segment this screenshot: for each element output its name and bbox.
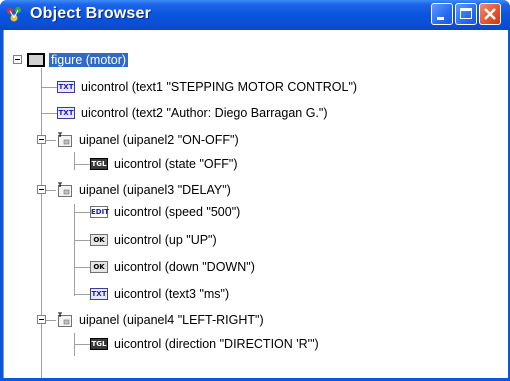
tree-node[interactable]: EDIT uicontrol (speed "500") bbox=[90, 202, 240, 222]
tree-line bbox=[74, 152, 75, 170]
collapse-toggle[interactable] bbox=[37, 135, 46, 144]
tree-line bbox=[46, 320, 56, 321]
tree-line bbox=[41, 68, 42, 378]
tree-node-label: figure (motor) bbox=[49, 53, 129, 67]
tree-node-label: uicontrol (down "DOWN") bbox=[114, 260, 255, 274]
object-tree: figure (motor) TXT uicontrol (text1 "STE… bbox=[4, 30, 508, 378]
tree-line bbox=[74, 294, 90, 295]
tree-node-label: uicontrol (speed "500") bbox=[114, 205, 241, 219]
pushbutton-control-icon: OK bbox=[90, 261, 108, 273]
collapse-toggle[interactable] bbox=[37, 315, 46, 324]
title-bar[interactable]: Object Browser bbox=[0, 0, 510, 30]
tree-node[interactable]: OK uicontrol (down "DOWN") bbox=[90, 257, 255, 277]
close-icon bbox=[484, 8, 496, 20]
collapse-toggle[interactable] bbox=[37, 185, 46, 194]
tree-line bbox=[46, 190, 56, 191]
maximize-icon bbox=[460, 8, 472, 19]
tree-node[interactable]: T uipanel (uipanel3 "DELAY") bbox=[57, 180, 231, 200]
tree-node[interactable]: OK uicontrol (up "UP") bbox=[90, 230, 217, 250]
text-control-icon: TXT bbox=[57, 107, 75, 119]
toggle-control-icon: TGL bbox=[90, 338, 108, 350]
toggle-control-icon: TGL bbox=[90, 158, 108, 170]
tree-node-label: uicontrol (state "OFF") bbox=[114, 157, 238, 171]
maximize-button[interactable] bbox=[455, 3, 477, 25]
tree-node[interactable]: TXT uicontrol (text3 "ms") bbox=[90, 284, 229, 304]
tree-node[interactable]: TGL uicontrol (state "OFF") bbox=[90, 154, 238, 174]
window-title: Object Browser bbox=[30, 5, 152, 22]
tree-line bbox=[41, 113, 57, 114]
tree-node-label: uicontrol (text2 "Author: Diego Barragan… bbox=[81, 106, 328, 120]
tree-node[interactable]: T uipanel (uipanel4 "LEFT-RIGHT") bbox=[57, 310, 264, 330]
tree-node-label: uicontrol (direction "DIRECTION 'R'") bbox=[114, 337, 319, 351]
tree-node-figure[interactable]: figure (motor) bbox=[27, 50, 129, 70]
tree-node-label: uipanel (uipanel4 "LEFT-RIGHT") bbox=[79, 313, 264, 327]
tree-node-label: uicontrol (text3 "ms") bbox=[114, 287, 230, 301]
tree-line bbox=[74, 164, 90, 165]
pushbutton-control-icon: OK bbox=[90, 234, 108, 246]
tree-line bbox=[74, 344, 90, 345]
minimize-icon bbox=[437, 17, 444, 20]
panel-icon: T bbox=[58, 312, 72, 327]
text-control-icon: TXT bbox=[57, 81, 75, 93]
tree-line bbox=[74, 240, 90, 241]
tree-node-label: uicontrol (text1 "STEPPING MOTOR CONTROL… bbox=[81, 80, 358, 94]
tree-node[interactable]: TXT uicontrol (text2 "Author: Diego Barr… bbox=[57, 103, 328, 123]
tree-line bbox=[74, 267, 90, 268]
panel-icon: T bbox=[58, 182, 72, 197]
close-button[interactable] bbox=[479, 3, 501, 25]
edit-control-icon: EDIT bbox=[90, 206, 109, 218]
figure-icon bbox=[27, 53, 45, 67]
tree-line bbox=[74, 204, 75, 296]
panel-icon: T bbox=[58, 132, 72, 147]
tree-node-label: uicontrol (up "UP") bbox=[114, 233, 217, 247]
object-browser-app-icon bbox=[7, 7, 21, 22]
tree-line bbox=[74, 212, 90, 213]
collapse-toggle[interactable] bbox=[13, 55, 22, 64]
tree-node-label: uipanel (uipanel3 "DELAY") bbox=[79, 183, 231, 197]
text-control-icon: TXT bbox=[90, 288, 108, 300]
tree-line bbox=[46, 140, 56, 141]
tree-node[interactable]: TGL uicontrol (direction "DIRECTION 'R'"… bbox=[90, 334, 319, 354]
tree-node[interactable]: T uipanel (uipanel2 "ON-OFF") bbox=[57, 130, 239, 150]
tree-view-area: figure (motor) TXT uicontrol (text1 "STE… bbox=[3, 30, 508, 378]
object-browser-window: Object Browser figure (motor) TXT uicont… bbox=[0, 0, 510, 381]
tree-node-label: uipanel (uipanel2 "ON-OFF") bbox=[79, 133, 239, 147]
tree-line bbox=[41, 87, 57, 88]
minimize-button[interactable] bbox=[431, 3, 453, 25]
tree-node[interactable]: TXT uicontrol (text1 "STEPPING MOTOR CON… bbox=[57, 77, 357, 97]
